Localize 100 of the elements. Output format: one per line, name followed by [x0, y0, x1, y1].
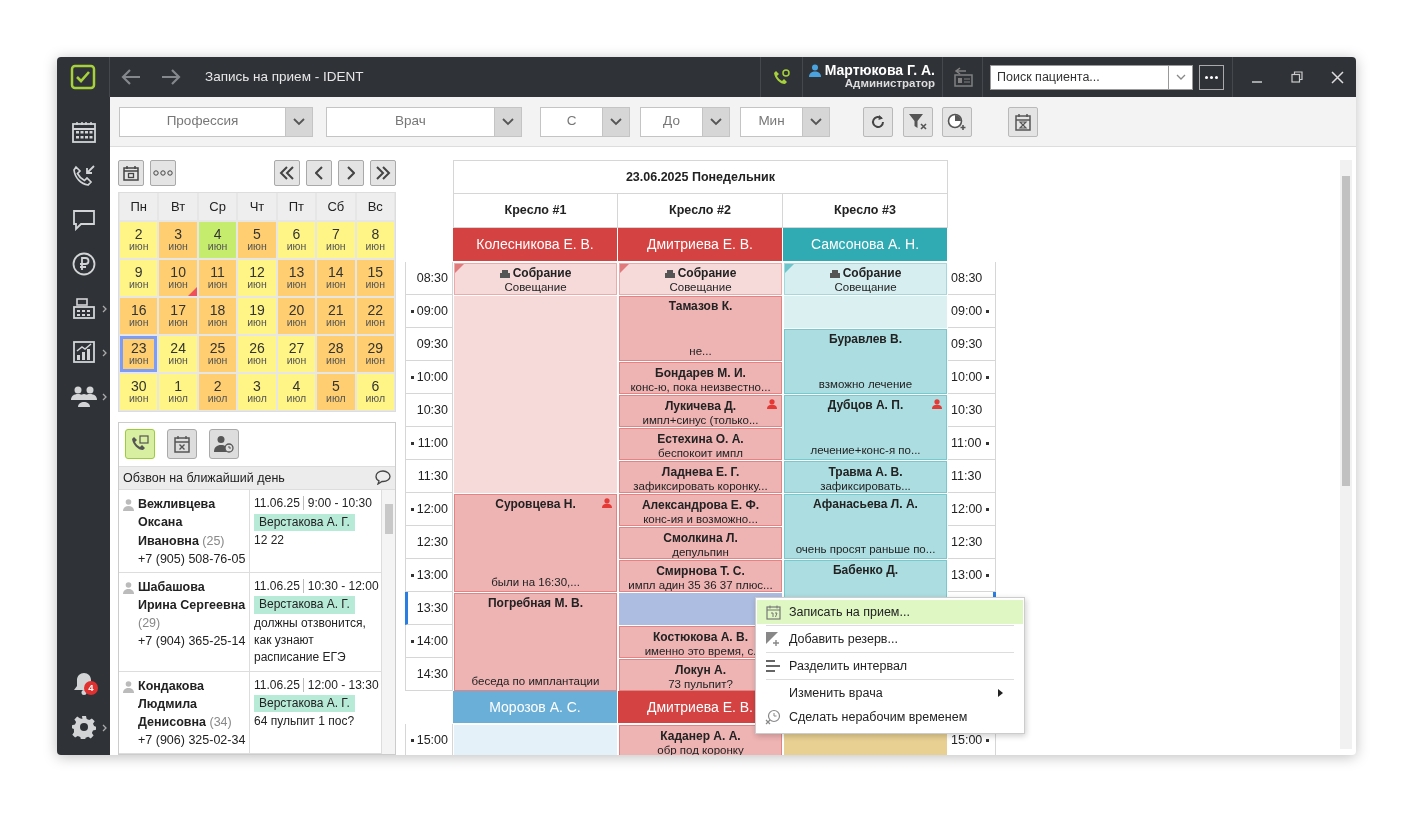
- appointment-block[interactable]: Тамазов К. не...: [619, 296, 782, 361]
- filter-field[interactable]: Врач: [326, 106, 494, 137]
- calendar-day[interactable]: 2 июн: [120, 221, 158, 258]
- back-arrow-icon[interactable]: [121, 68, 141, 86]
- filter-field[interactable]: Мин: [740, 106, 802, 137]
- meeting-block[interactable]: Собрание Совещание: [619, 263, 782, 295]
- bar-chart-icon[interactable]: [71, 340, 96, 364]
- day-number: 3: [253, 378, 261, 394]
- cash-register-icon[interactable]: [71, 296, 96, 320]
- calendar-day[interactable]: 20 июн: [277, 297, 316, 334]
- calendar-day[interactable]: 23 июн: [120, 335, 158, 372]
- calendar-nav-button[interactable]: [306, 160, 332, 186]
- panel-tab[interactable]: [125, 429, 155, 459]
- calendar-day[interactable]: 15 июн: [356, 259, 394, 296]
- calendar-day[interactable]: 24 июн: [159, 335, 197, 372]
- time-label: 10:30: [951, 401, 983, 419]
- appointment-block[interactable]: Суровцева Н. были на 16:30,...: [454, 494, 617, 592]
- doctor-header[interactable]: Колесникова Е. В.: [453, 228, 617, 261]
- appointment-block[interactable]: Естехина О. А. беспокоит импл: [619, 428, 782, 460]
- day-number: 15: [367, 264, 384, 280]
- menu-item[interactable]: Записать на прием...: [757, 600, 1023, 624]
- close-icon[interactable]: [1331, 70, 1344, 84]
- toolbar-button[interactable]: [903, 106, 933, 137]
- doctor-header[interactable]: Дмитриева Е. В.: [618, 228, 782, 261]
- filter-field[interactable]: С: [540, 106, 602, 137]
- people-icon[interactable]: [70, 385, 97, 407]
- calendar-day[interactable]: 3 июл: [238, 373, 276, 410]
- month-label: июн: [365, 241, 386, 253]
- calendar-day[interactable]: 6 июн: [277, 221, 316, 258]
- calendar-day[interactable]: 29 июн: [356, 335, 394, 372]
- calendar-day[interactable]: 25 июн: [198, 335, 237, 372]
- calendar-day[interactable]: 2 июл: [198, 373, 237, 410]
- comment-icon[interactable]: [375, 470, 391, 486]
- calendar-day[interactable]: 13 июн: [277, 259, 316, 296]
- restore-icon[interactable]: [1291, 71, 1303, 83]
- calendar-nav-button[interactable]: [274, 160, 300, 186]
- calendar-day[interactable]: 4 июл: [277, 373, 316, 410]
- calendar-day[interactable]: 3 июн: [159, 221, 197, 258]
- calendar-day[interactable]: 5 июл: [317, 373, 355, 410]
- filter-field[interactable]: Профессия: [119, 106, 285, 137]
- appointment-block[interactable]: Дубцов А. П. лечение+конс-я по...: [784, 395, 947, 460]
- logout-card-icon[interactable]: [951, 67, 974, 87]
- toolbar-button[interactable]: [1008, 106, 1038, 137]
- calendar-day[interactable]: 9 июн: [120, 259, 158, 296]
- meeting-block[interactable]: Собрание Совещание: [784, 263, 947, 295]
- scrollbar[interactable]: [1340, 160, 1352, 749]
- calendar-day[interactable]: 8 июн: [356, 221, 394, 258]
- appointment-block[interactable]: Ладнева Е. Г. зафиксировать коронку...: [619, 461, 782, 493]
- calendar-day[interactable]: 19 июн: [238, 297, 276, 334]
- ruble-icon[interactable]: [71, 252, 96, 276]
- calendar-day[interactable]: 28 июн: [317, 335, 355, 372]
- day-number: 28: [328, 340, 344, 356]
- calendar-day[interactable]: 22 июн: [356, 297, 394, 334]
- calendar-nav-button[interactable]: [118, 160, 144, 186]
- phone-icon[interactable]: [772, 68, 791, 86]
- calendar-day[interactable]: 14 июн: [317, 259, 355, 296]
- calendar-day[interactable]: 12 июн: [238, 259, 276, 296]
- appointment-block[interactable]: Лукичева Д. импл+синус (только...: [619, 395, 782, 427]
- appointment-block[interactable]: Смирнова Т. С. импл адин 35 36 37 плюс...: [619, 560, 782, 592]
- calendar-day[interactable]: 5 июн: [238, 221, 276, 258]
- appointment-block[interactable]: Бондарев М. И. конс-ю, пока неизвестно...: [619, 362, 782, 394]
- doctor-tag: Верстакова А. Г.: [254, 513, 355, 532]
- calendar-day[interactable]: 11 июн: [198, 259, 237, 296]
- calendar-day[interactable]: 17 июн: [159, 297, 197, 334]
- scrollbar[interactable]: [381, 490, 395, 754]
- calendar-day[interactable]: 1 июл: [159, 373, 197, 410]
- more-button[interactable]: [1199, 64, 1224, 90]
- calendar-day[interactable]: 4 июн: [198, 221, 237, 258]
- logo-icon[interactable]: [70, 64, 96, 90]
- calendar-day[interactable]: 26 июн: [238, 335, 276, 372]
- calendar-day[interactable]: 10 июн: [159, 259, 197, 296]
- calendar-day[interactable]: 6 июл: [356, 373, 394, 410]
- phone-incoming-icon[interactable]: [71, 164, 96, 188]
- calendar-grid-icon[interactable]: [71, 121, 96, 143]
- calendar-nav-button[interactable]: [370, 160, 396, 186]
- meeting-block[interactable]: Собрание Совещание: [454, 263, 617, 295]
- appointment-block[interactable]: Травма А. В. зафиксировать...: [784, 461, 947, 493]
- gear-icon[interactable]: [71, 715, 96, 739]
- toolbar-button[interactable]: [863, 106, 893, 137]
- dropdown-button[interactable]: [1168, 64, 1193, 90]
- calendar-day[interactable]: 16 июн: [120, 297, 158, 334]
- calendar-day[interactable]: 21 июн: [317, 297, 355, 334]
- appointment-block[interactable]: Александрова Е. Ф. конс-ия и возможно...: [619, 494, 782, 526]
- appointment-block[interactable]: Буравлев В. взможно лечение: [784, 329, 947, 394]
- search-field[interactable]: Поиск пациента...: [990, 64, 1168, 90]
- calendar-day[interactable]: 30 июн: [120, 373, 158, 410]
- patient-name: Бондарев М. И.: [655, 367, 746, 381]
- toolbar-button[interactable]: [942, 106, 972, 137]
- chat-icon[interactable]: [71, 209, 96, 231]
- panel-tab[interactable]: [209, 429, 239, 459]
- calendar-day[interactable]: 18 июн: [198, 297, 237, 334]
- calendar-day[interactable]: 7 июн: [317, 221, 355, 258]
- calendar-nav-button[interactable]: [338, 160, 364, 186]
- appointment-block[interactable]: Погребная М. В. беседа по имплантации: [454, 593, 617, 691]
- forward-arrow-icon[interactable]: [161, 68, 181, 86]
- panel-tab[interactable]: [167, 429, 197, 459]
- calendar-day[interactable]: 27 июн: [277, 335, 316, 372]
- appointment-block[interactable]: Смолкина Л. депульпин: [619, 527, 782, 559]
- appointment-block[interactable]: Афанасьева Л. А. очень просят раньше по...: [784, 494, 947, 559]
- filter-field[interactable]: До: [640, 106, 702, 137]
